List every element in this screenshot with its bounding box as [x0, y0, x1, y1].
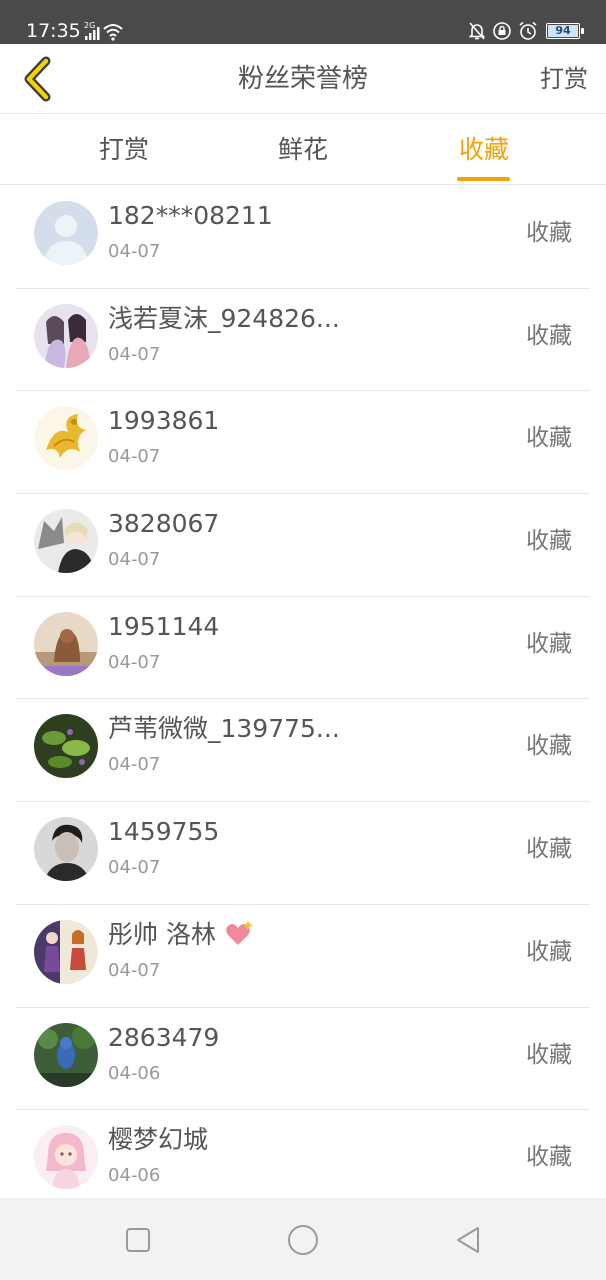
active-tab-indicator [457, 177, 510, 181]
avatar [34, 1022, 98, 1087]
tab-tip[interactable]: 打赏 [64, 133, 184, 167]
avatar [34, 714, 98, 779]
fan-action-label: 收藏 [526, 322, 572, 349]
avatar [34, 1125, 98, 1190]
list-item[interactable]: 1459755 04-07 收藏 [0, 802, 606, 905]
status-bar: 17:35 2G 94 [0, 0, 606, 44]
fan-name: 1459755 [108, 817, 220, 847]
lock-rotation-icon [493, 22, 511, 40]
list-item[interactable]: 浅若夏沫_924826... 04-07 收藏 [0, 289, 606, 392]
tab-bar: 打赏 鲜花 收藏 [0, 115, 606, 185]
network-type-label: 2G [84, 21, 95, 30]
status-icons: 94 [462, 20, 584, 42]
list-item[interactable]: 1951144 04-07 收藏 [0, 597, 606, 700]
tip-button[interactable]: 打赏 [540, 62, 588, 96]
list-item[interactable]: 彤帅 洛林 04-07 收藏 [0, 905, 606, 1008]
tab-favorite[interactable]: 收藏 [424, 133, 544, 167]
header: 粉丝荣誉榜 打赏 [0, 44, 606, 114]
fan-action-label: 收藏 [526, 1041, 572, 1068]
fan-date: 04-07 [108, 241, 161, 262]
fan-action-label: 收藏 [526, 425, 572, 452]
list-item[interactable]: 2863479 04-06 收藏 [0, 1008, 606, 1111]
fan-action-label: 收藏 [526, 1144, 572, 1171]
fan-name: 3828067 [108, 509, 220, 539]
fan-action-label: 收藏 [526, 630, 572, 657]
circle-icon [288, 1225, 318, 1255]
avatar [34, 201, 98, 265]
status-time: 17:35 [26, 20, 81, 42]
recents-button[interactable] [118, 1220, 158, 1260]
fan-name-text: 彤帅 洛林 [108, 919, 216, 949]
fan-date: 04-07 [108, 857, 161, 879]
fan-date: 04-07 [108, 343, 161, 365]
fan-name: 彤帅 洛林 [108, 919, 254, 951]
fan-action-label: 收藏 [526, 528, 572, 555]
fan-action-label: 收藏 [526, 220, 572, 246]
fan-action-label: 收藏 [526, 836, 572, 863]
fan-name: 芦苇微微_139775... [108, 714, 340, 744]
avatar [34, 303, 98, 368]
heart-emoji-icon [226, 920, 253, 945]
list-item[interactable]: 1993861 04-07 收藏 [0, 391, 606, 494]
fan-date: 04-06 [108, 1062, 161, 1084]
fan-name: 樱梦幻城 [108, 1125, 209, 1155]
signal-wifi-icon: 2G [84, 20, 124, 42]
home-button[interactable] [283, 1220, 323, 1260]
alarm-clock-icon [519, 21, 537, 40]
fan-list: 182***08211 04-07 收藏 浅若夏沫_924826... 04-0… [0, 186, 606, 1213]
fan-date: 04-07 [108, 446, 161, 468]
fan-action-label: 收藏 [526, 733, 572, 760]
system-nav-bar [0, 1198, 606, 1280]
battery-level: 94 [555, 24, 571, 37]
square-icon [126, 1228, 150, 1252]
fan-name: 浅若夏沫_924826... [108, 303, 340, 333]
fan-name: 1993861 [108, 406, 220, 436]
fan-action-label: 收藏 [526, 938, 572, 965]
fan-date: 04-07 [108, 549, 161, 571]
triangle-back-icon [457, 1227, 479, 1253]
avatar [34, 919, 98, 984]
page-title: 粉丝荣誉榜 [237, 64, 368, 94]
list-item[interactable]: 3828067 04-07 收藏 [0, 494, 606, 597]
fan-name: 1951144 [108, 611, 220, 641]
fan-name: 2863479 [108, 1022, 220, 1052]
bell-muted-icon [468, 22, 486, 40]
avatar [34, 817, 98, 882]
fan-date: 04-07 [108, 959, 161, 981]
fan-date: 04-06 [108, 1165, 161, 1187]
list-item[interactable]: 182***08211 04-07 收藏 [0, 186, 606, 289]
fan-date: 04-07 [108, 754, 161, 776]
tab-flower[interactable]: 鲜花 [243, 133, 363, 167]
battery-icon: 94 [546, 23, 584, 39]
fan-name: 182***08211 [108, 201, 273, 230]
back-nav-button[interactable] [448, 1220, 488, 1260]
fan-date: 04-07 [108, 651, 161, 673]
avatar [34, 406, 98, 471]
avatar [34, 611, 98, 676]
avatar [34, 509, 98, 574]
list-item[interactable]: 芦苇微微_139775... 04-07 收藏 [0, 699, 606, 802]
